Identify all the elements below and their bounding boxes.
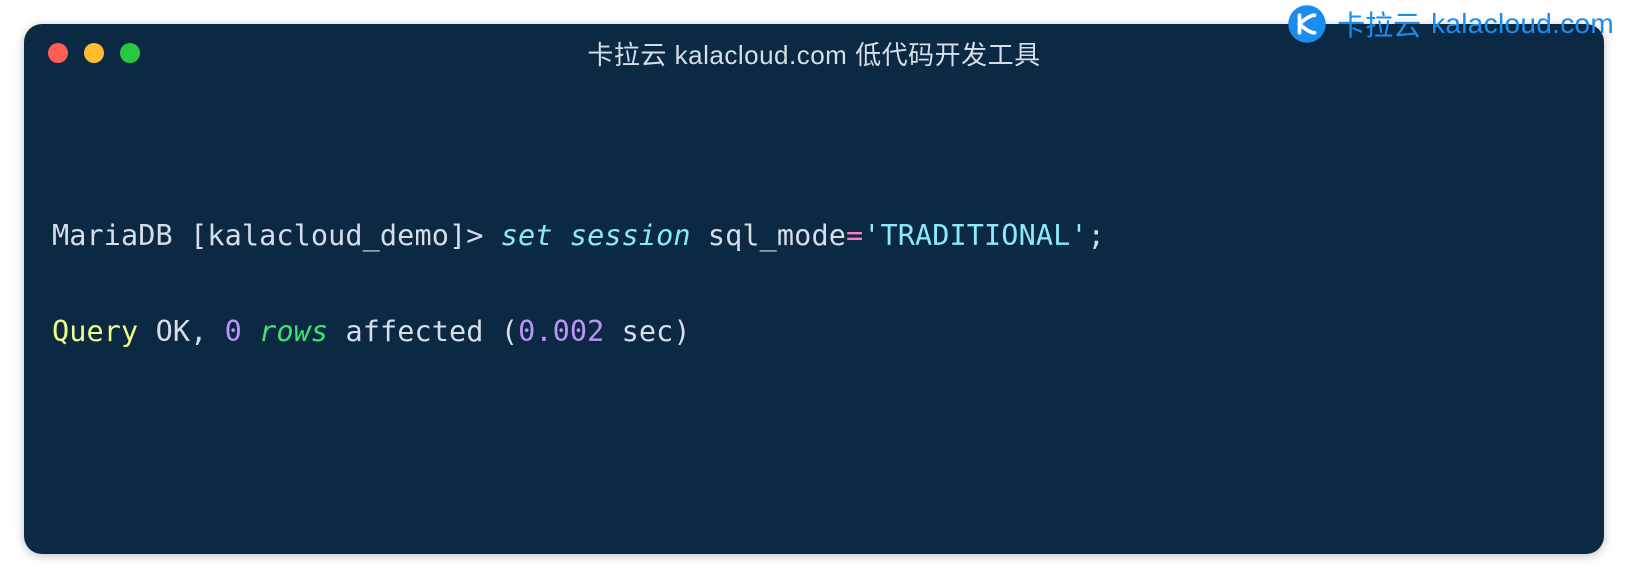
lp: ( [501,315,518,348]
res-n: 0 [225,315,242,348]
terminal-body[interactable]: MariaDB [kalacloud_demo]> set session sq… [24,82,1604,554]
prompt-name: kalacloud_demo [207,219,449,252]
comma: , [190,315,207,348]
kw-set: set [501,219,553,252]
watermark-brand: 卡拉云 [1337,4,1421,44]
blank-line [52,403,1576,451]
res-rows: rows [259,315,328,348]
minimize-icon[interactable] [84,43,104,63]
ident: sql_mode [708,219,846,252]
str-val: TRADITIONAL [881,219,1071,252]
eq: = [846,219,863,252]
res-affected: affected [345,315,483,348]
res-sec: sec [622,315,674,348]
terminal-window: 卡拉云 kalacloud.com 低代码开发工具 MariaDB [kalac… [24,24,1604,554]
terminal-line: Query OK, 0 rows affected (0.002 sec) [52,308,1576,356]
kalacloud-logo-icon [1287,4,1327,44]
str-open: ' [863,219,880,252]
zoom-icon[interactable] [120,43,140,63]
close-icon[interactable] [48,43,68,63]
terminal-line: MariaDB [kalacloud_demo]> create table k… [52,547,1576,554]
res-query: Query [52,315,138,348]
semi: ; [1088,219,1105,252]
prompt-db: MariaDB [52,219,173,252]
traffic-lights [48,43,140,63]
prompt-arrow: > [466,219,483,252]
str-close: ' [1070,219,1087,252]
watermark: 卡拉云 kalacloud.com [1287,4,1614,44]
kw-session: session [570,219,691,252]
rp: ) [673,315,690,348]
terminal-line: MariaDB [kalacloud_demo]> set session sq… [52,212,1576,260]
watermark-url: kalacloud.com [1431,8,1614,40]
res-ok: OK [156,315,191,348]
res-time: 0.002 [518,315,604,348]
